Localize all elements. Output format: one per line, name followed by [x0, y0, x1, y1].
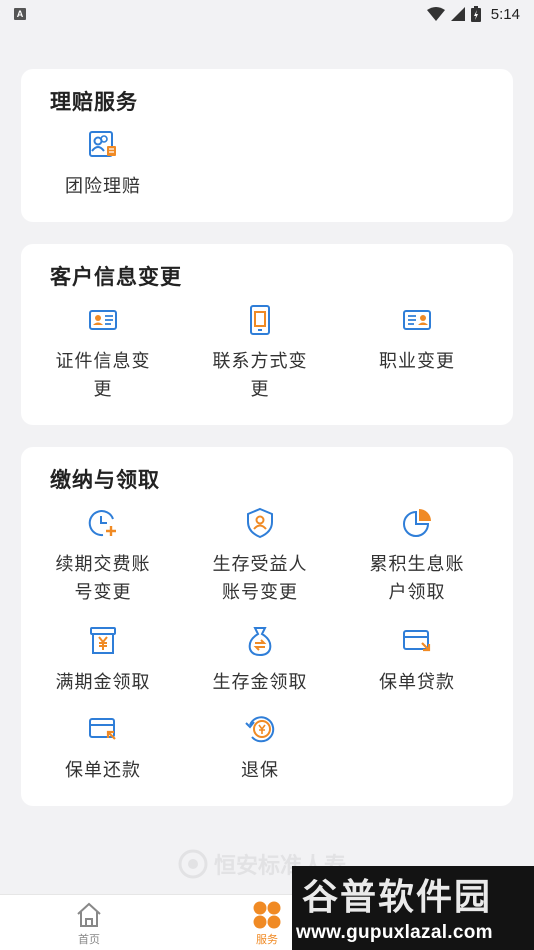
item-label: 累积生息账户领取 [369, 554, 465, 603]
card-return-icon [89, 718, 116, 740]
section-title: 缴纳与领取 [50, 468, 160, 492]
item-label: 保单贷款 [379, 672, 455, 693]
item-label: 保单还款 [65, 760, 141, 781]
phone-icon [250, 305, 270, 335]
claims-service-card: 理赔服务 团险理赔 [21, 69, 513, 222]
pie-chart-icon [403, 509, 431, 537]
id-card-icon [89, 310, 117, 330]
group-claim-button[interactable]: 团险理赔 [25, 129, 181, 201]
site-watermark-badge: 谷普软件园 www.gupuxlazal.com [292, 866, 534, 950]
brand-logo-icon [178, 849, 208, 879]
site-badge-url: www.gupuxlazal.com [296, 922, 493, 943]
beneficiary-account-change-button[interactable]: 生存受益人账号变更 [182, 507, 338, 607]
section-title: 理赔服务 [50, 90, 138, 114]
notification-icon: A [14, 8, 26, 20]
item-label: 职业变更 [379, 351, 455, 372]
occupation-card-icon [403, 310, 431, 330]
section-title: 客户信息变更 [50, 265, 182, 289]
accumulated-interest-button[interactable]: 累积生息账户领取 [339, 507, 495, 607]
group-claim-icon [89, 131, 116, 157]
item-label: 满期金领取 [55, 672, 151, 693]
money-bag-icon [248, 627, 272, 657]
clock-plus-icon [88, 510, 116, 537]
item-label: 退保 [241, 760, 279, 781]
customer-info-card: 客户信息变更 证件信息变更 联系方式变更 职业变更 [21, 244, 513, 425]
item-label: 生存受益人账号变更 [212, 554, 308, 603]
yen-refresh-icon [245, 716, 275, 743]
site-badge-title: 谷普软件园 [302, 877, 493, 918]
survival-benefit-collection-button[interactable]: 生存金领取 [182, 625, 338, 697]
status-bar: A 5:14 [0, 0, 534, 28]
payment-collection-card: 缴纳与领取 续期交费账号变更 生存受益人账号变更 累积生息账户领取 满期金领取 [21, 447, 513, 806]
id-info-change-button[interactable]: 证件信息变更 [25, 304, 181, 404]
home-icon [77, 902, 101, 927]
surrender-button[interactable]: 退保 [182, 713, 338, 785]
card-arrow-icon [403, 630, 431, 652]
clock: 5:14 [490, 5, 520, 23]
policy-loan-button[interactable]: 保单贷款 [339, 625, 495, 697]
battery-icon [470, 6, 481, 22]
shield-person-icon [247, 507, 273, 539]
signal-icon [450, 7, 465, 21]
occupation-change-button[interactable]: 职业变更 [339, 304, 495, 376]
yen-box-icon [90, 627, 116, 654]
policy-repayment-button[interactable]: 保单还款 [25, 713, 181, 785]
renewal-account-change-button[interactable]: 续期交费账号变更 [25, 507, 181, 607]
status-indicators: 5:14 [426, 5, 520, 23]
services-icon [253, 901, 281, 929]
tab-home[interactable]: 首页 [54, 901, 124, 947]
item-label: 生存金领取 [212, 672, 308, 693]
item-label: 团险理赔 [65, 176, 141, 197]
contact-change-button[interactable]: 联系方式变更 [182, 304, 338, 404]
wifi-icon [426, 7, 445, 21]
item-label: 联系方式变更 [212, 351, 308, 400]
tab-label: 首页 [78, 933, 100, 946]
maturity-collection-button[interactable]: 满期金领取 [25, 625, 181, 697]
item-label: 证件信息变更 [55, 351, 151, 400]
item-label: 续期交费账号变更 [55, 554, 151, 603]
